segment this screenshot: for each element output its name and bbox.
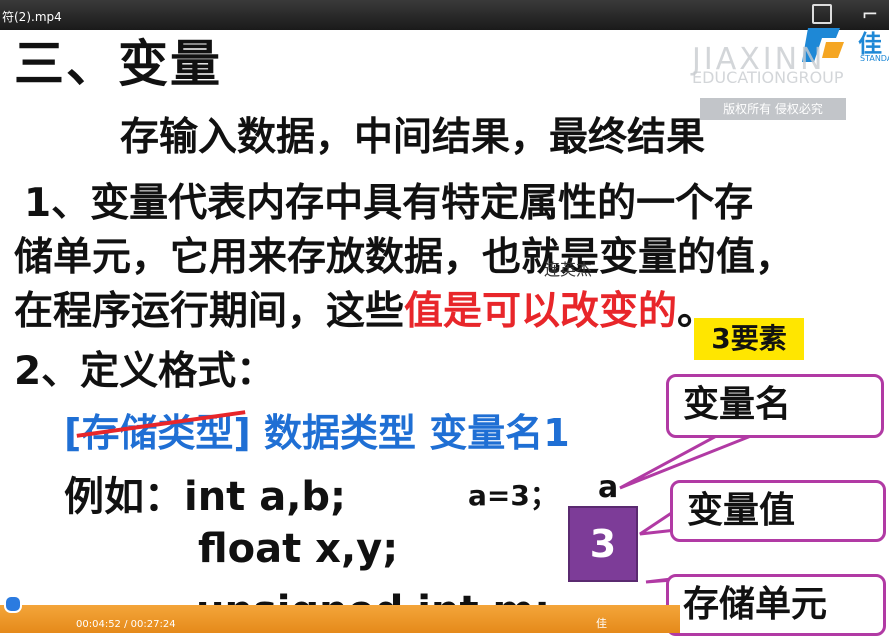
callout-variable-value: 变量值: [670, 480, 886, 542]
player-control-bar[interactable]: 00:04:52 / 00:27:24 佳: [0, 595, 680, 633]
paragraph-line-3: 在程序运行期间，这些值是可以改变的。: [14, 280, 716, 336]
fullscreen-icon[interactable]: [812, 4, 832, 24]
callout-variable-name: 变量名: [666, 374, 884, 438]
definition-format: [存储类型] 数据类型 变量名1: [64, 402, 570, 457]
watermark-badge: 版权所有 侵权必究: [700, 98, 846, 120]
struck-storage-class: [存储类型]: [64, 402, 251, 457]
slide-subtitle: 存输入数据，中间结果，最终结果: [120, 115, 706, 160]
paragraph-line-1: 1、变量代表内存中具有特定属性的一个存: [24, 181, 754, 226]
storage-cell-box: 3: [568, 506, 638, 582]
highlight-text: 值是可以改变的: [404, 289, 678, 334]
progress-handle[interactable]: [4, 595, 22, 613]
assignment-text: a=3；: [468, 479, 558, 512]
format-rest: 数据类型 变量名1: [250, 411, 570, 455]
callout-storage-unit: 存储单元: [666, 574, 886, 636]
close-icon[interactable]: ⌐: [858, 2, 882, 26]
float-declaration: float x,y;: [198, 526, 399, 572]
author-watermark: 连英杰: [544, 260, 593, 279]
playback-time: 00:04:52 / 00:27:24: [76, 619, 176, 630]
definition-heading: 2、定义格式：: [14, 349, 276, 394]
paragraph-line-3-prefix: 在程序运行期间，这些: [14, 289, 405, 334]
player-logo: 佳: [596, 617, 607, 630]
video-title: 符(2).mp4: [2, 10, 62, 24]
three-elements-tag: 3要素: [694, 318, 804, 360]
paragraph-line-2: 储单元，它用来存放数据，也就是变量的值，: [14, 235, 795, 280]
example-line: 例如：int a,b;: [64, 474, 347, 520]
watermark-group: EDUCATIONGROUP: [692, 68, 844, 87]
brand-logo-sub: STANDARD: [860, 54, 889, 63]
variable-a: a: [598, 470, 619, 505]
slide-heading: 三、变量: [14, 35, 222, 93]
